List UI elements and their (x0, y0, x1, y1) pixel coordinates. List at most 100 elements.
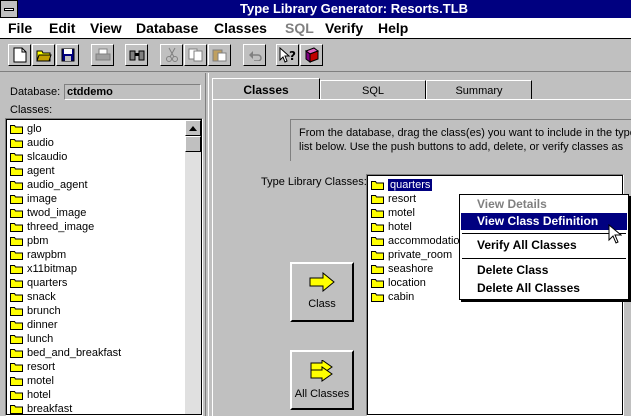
db-class-item[interactable]: twod_image (10, 206, 86, 220)
db-class-item[interactable]: quarters (10, 276, 67, 290)
database-label: Database: (10, 86, 61, 98)
classes-scrollbar[interactable] (185, 120, 201, 414)
scroll-thumb[interactable] (185, 136, 201, 152)
cut-icon (165, 47, 178, 62)
db-class-item[interactable]: x11bitmap (10, 262, 77, 276)
tl-class-item-label: private_room (388, 249, 453, 261)
db-class-item[interactable]: pbm (10, 234, 48, 248)
menu-verify[interactable]: Verify (325, 20, 363, 36)
instructions-line-2: list below. Use the push buttons to add,… (299, 141, 624, 153)
system-menu-icon (4, 8, 14, 11)
menu-sql[interactable]: SQL (285, 20, 314, 36)
print-button[interactable] (91, 44, 114, 66)
db-class-item[interactable]: audio (10, 136, 54, 150)
folder-icon (371, 209, 384, 218)
tl-class-item[interactable]: private_room (371, 248, 452, 262)
db-class-item[interactable]: resort (10, 360, 55, 374)
save-icon (61, 48, 74, 62)
db-class-item-label: snack (27, 291, 56, 303)
db-class-item[interactable]: brunch (10, 304, 61, 318)
menu-view[interactable]: View (90, 20, 122, 36)
tl-class-item[interactable]: cabin (371, 290, 414, 304)
copy-button[interactable] (184, 44, 207, 66)
database-classes-list[interactable]: glo audio slcaudio agent audio_agent image two… (5, 118, 203, 416)
folder-icon (10, 237, 23, 246)
folder-icon (10, 195, 23, 204)
menu-classes[interactable]: Classes (214, 20, 267, 36)
tl-class-item[interactable]: motel (371, 206, 415, 220)
instructions-box: From the database, drag the class(es) yo… (290, 119, 631, 161)
folder-icon (10, 223, 23, 232)
db-class-item[interactable]: hotel (10, 388, 51, 402)
db-class-item-label: rawpbm (27, 249, 67, 261)
add-all-classes-button[interactable]: All Classes (290, 350, 354, 410)
db-class-item[interactable]: glo (10, 122, 42, 136)
about-button[interactable] (300, 44, 323, 66)
tab-classes[interactable]: Classes (212, 78, 320, 100)
db-class-item[interactable]: rawpbm (10, 248, 66, 262)
tl-class-item-label: accommodation (388, 235, 466, 247)
tl-class-item[interactable]: accommodation (371, 234, 466, 248)
right-arrow-icon (309, 272, 335, 292)
cut-button[interactable] (160, 44, 183, 66)
menu-item-view-class-definition[interactable]: View Class Definition (461, 213, 627, 230)
folder-icon (10, 209, 23, 218)
folder-icon (10, 405, 23, 414)
find-button[interactable] (125, 44, 148, 66)
context-menu: View Details View Class Definition Verif… (459, 194, 629, 300)
context-help-button[interactable]: ? (276, 44, 299, 66)
db-class-item-label: breakfast (27, 403, 73, 415)
db-class-item[interactable]: image (10, 192, 57, 206)
tl-class-item[interactable]: seashore (371, 262, 433, 276)
folder-icon (10, 125, 23, 134)
db-class-item[interactable]: motel (10, 374, 54, 388)
system-menu-button[interactable] (0, 0, 18, 18)
folder-icon (371, 181, 384, 190)
folder-icon (371, 237, 384, 246)
folder-icon (10, 391, 23, 400)
menu-item-verify-all-classes[interactable]: Verify All Classes (461, 237, 627, 254)
tl-class-item[interactable]: quarters (371, 178, 433, 192)
menu-item-view-details[interactable]: View Details (461, 196, 627, 213)
db-class-item[interactable]: threed_image (10, 220, 94, 234)
menu-edit[interactable]: Edit (49, 20, 75, 36)
new-button[interactable] (8, 44, 31, 66)
folder-icon (371, 293, 384, 302)
pane-splitter[interactable] (205, 73, 209, 416)
window-title: Type Library Generator: Resorts.TLB (240, 1, 469, 16)
svg-text:?: ? (289, 49, 296, 63)
scroll-up-button[interactable] (185, 120, 201, 136)
db-class-item-label: audio (27, 137, 54, 149)
tab-summary[interactable]: Summary (426, 80, 532, 100)
about-book-icon (304, 47, 319, 63)
tl-class-item[interactable]: location (371, 276, 426, 290)
menu-file[interactable]: File (8, 20, 32, 36)
tl-class-item[interactable]: hotel (371, 220, 412, 234)
paste-icon (212, 49, 226, 62)
db-class-item-label: quarters (27, 277, 68, 289)
menu-help[interactable]: Help (378, 20, 408, 36)
save-button[interactable] (56, 44, 79, 66)
tab-sql[interactable]: SQL (320, 80, 426, 100)
open-button[interactable] (32, 44, 55, 66)
db-class-item[interactable]: audio_agent (10, 178, 88, 192)
db-class-item-label: audio_agent (27, 179, 88, 191)
mouse-pointer-icon (608, 224, 622, 244)
db-class-item[interactable]: dinner (10, 318, 58, 332)
db-class-item[interactable]: agent (10, 164, 55, 178)
db-class-item-label: brunch (27, 305, 61, 317)
menu-item-delete-all-classes[interactable]: Delete All Classes (461, 280, 627, 297)
tl-class-item[interactable]: resort (371, 192, 416, 206)
menu-database[interactable]: Database (136, 20, 198, 36)
menu-item-delete-class[interactable]: Delete Class (461, 262, 627, 279)
db-class-item[interactable]: snack (10, 290, 56, 304)
paste-button[interactable] (208, 44, 231, 66)
db-class-item[interactable]: bed_and_breakfast (10, 346, 121, 360)
db-class-item[interactable]: lunch (10, 332, 53, 346)
copy-icon (188, 48, 202, 62)
db-class-item[interactable]: slcaudio (10, 150, 67, 164)
db-class-item[interactable]: breakfast (10, 402, 73, 415)
add-class-button[interactable]: Class (290, 262, 354, 322)
undo-button[interactable] (243, 44, 266, 66)
double-right-arrow-icon (310, 360, 333, 382)
